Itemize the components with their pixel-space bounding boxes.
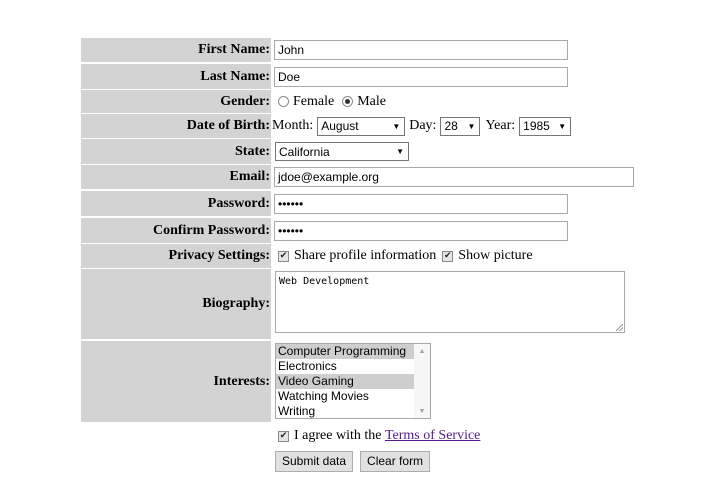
- chevron-down-icon: ▼: [558, 121, 567, 131]
- dob-month-select[interactable]: August ▼: [317, 116, 406, 136]
- label-gender: Gender:: [81, 90, 271, 113]
- gender-row: Female Male: [272, 90, 388, 113]
- agree-text: I agree with the: [294, 428, 382, 443]
- label-first-name: First Name:: [81, 38, 271, 62]
- label-interests: Interests:: [81, 341, 271, 422]
- show-picture-label: Show picture: [458, 248, 533, 263]
- interest-option[interactable]: Watching Movies: [276, 389, 416, 404]
- interest-option[interactable]: Writing: [276, 404, 416, 418]
- gender-male-radio[interactable]: [342, 96, 354, 107]
- state-row: California ▼: [272, 139, 409, 164]
- last-name-input[interactable]: Doe: [274, 66, 568, 87]
- gender-female-radio[interactable]: [278, 96, 289, 107]
- submit-button[interactable]: Submit data: [275, 450, 354, 472]
- label-dob: Date of Birth:: [81, 114, 271, 138]
- gender-male-label: Male: [357, 93, 386, 109]
- interest-option[interactable]: Electronics: [276, 359, 416, 374]
- first-name-input[interactable]: John: [274, 40, 568, 60]
- confirm-password-row: ••••••: [272, 218, 568, 243]
- dob-year-label: Year:: [485, 118, 516, 133]
- terms-of-service-link[interactable]: Terms of Service: [385, 428, 480, 444]
- interests-listbox[interactable]: Computer Programming Electronics Video G…: [275, 343, 431, 419]
- label-password: Password:: [81, 191, 271, 216]
- dob-row: Month: August ▼ Day: 28 ▼ Year: 1985 ▼: [272, 114, 572, 138]
- last-name-row: Doe: [272, 64, 568, 89]
- scroll-up-icon[interactable]: ▲: [414, 344, 430, 358]
- label-privacy: Privacy Settings:: [81, 244, 271, 268]
- dob-day-label: Day:: [409, 118, 437, 133]
- label-last-name: Last Name:: [81, 64, 271, 89]
- chevron-down-icon: ▼: [396, 147, 404, 156]
- button-row: Submit data Clear form: [275, 450, 437, 472]
- password-input[interactable]: ••••••: [274, 193, 568, 214]
- email-input[interactable]: jdoe@example.org: [274, 167, 634, 187]
- email-row: jdoe@example.org: [272, 165, 634, 189]
- agree-row: ✔ I agree with the Terms of Service: [272, 425, 480, 447]
- share-profile-label: Share profile information: [294, 248, 437, 263]
- dob-year-select[interactable]: 1985 ▼: [519, 116, 572, 136]
- dob-month-label: Month:: [272, 118, 314, 133]
- state-select[interactable]: California ▼: [275, 142, 409, 161]
- password-row: ••••••: [272, 191, 568, 216]
- confirm-password-input[interactable]: ••••••: [274, 220, 568, 241]
- label-email: Email:: [81, 165, 271, 189]
- share-profile-checkbox[interactable]: ✔: [278, 250, 289, 262]
- label-state: State:: [81, 139, 271, 164]
- label-confirm-password: Confirm Password:: [81, 218, 271, 243]
- gender-female-label: Female: [293, 93, 335, 109]
- interest-option[interactable]: Computer Programming: [276, 344, 416, 359]
- resize-grip-icon[interactable]: [616, 324, 623, 331]
- dob-day-select[interactable]: 28 ▼: [440, 116, 481, 136]
- interest-option[interactable]: Video Gaming: [276, 374, 416, 389]
- agree-checkbox[interactable]: ✔: [278, 430, 289, 442]
- show-picture-checkbox[interactable]: ✔: [442, 250, 454, 262]
- privacy-row: ✔ Share profile information ✔ Show pictu…: [272, 244, 535, 268]
- biography-textarea[interactable]: Web Development: [275, 271, 625, 333]
- listbox-scrollbar[interactable]: ▲ ▼: [414, 344, 430, 418]
- chevron-down-icon: ▼: [392, 121, 401, 131]
- chevron-down-icon: ▼: [467, 121, 476, 131]
- first-name-row: John: [272, 38, 568, 62]
- label-biography: Biography:: [81, 269, 271, 339]
- radio-selected-dot: [345, 99, 351, 104]
- clear-button[interactable]: Clear form: [360, 450, 431, 472]
- scroll-down-icon[interactable]: ▼: [414, 404, 430, 418]
